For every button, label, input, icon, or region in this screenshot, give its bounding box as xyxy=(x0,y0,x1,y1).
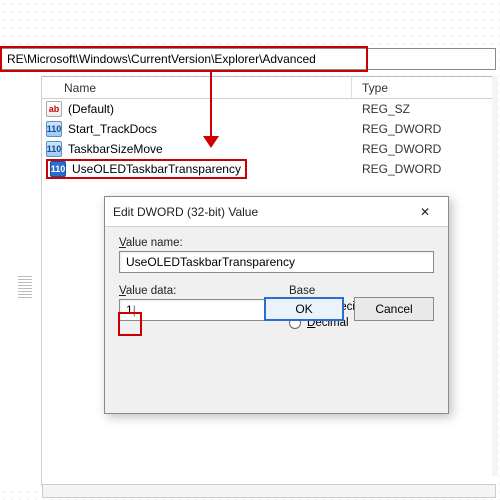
table-row[interactable]: ab (Default) REG_SZ xyxy=(42,99,496,119)
column-headers[interactable]: Name Type xyxy=(42,77,496,99)
close-button[interactable]: ✕ xyxy=(410,202,440,222)
column-type[interactable]: Type xyxy=(352,77,496,98)
table-row[interactable]: 110 Start_TrackDocs REG_DWORD xyxy=(42,119,496,139)
ok-button[interactable]: OK xyxy=(264,297,344,321)
annotation-arrow-head xyxy=(203,136,219,148)
vertical-scrollbar[interactable] xyxy=(492,76,498,476)
value-name: (Default) xyxy=(68,102,114,116)
annotation-value-highlight xyxy=(118,312,142,336)
value-name-label: Value name: xyxy=(119,237,434,249)
dialog-titlebar[interactable]: Edit DWORD (32-bit) Value ✕ xyxy=(105,197,448,227)
close-icon: ✕ xyxy=(420,205,430,219)
value-data-label: Value data: xyxy=(119,285,269,297)
horizontal-scrollbar[interactable] xyxy=(42,484,496,498)
column-name[interactable]: Name xyxy=(42,77,352,98)
address-bar[interactable]: RE\Microsoft\Windows\CurrentVersion\Expl… xyxy=(0,48,496,70)
splitter-handle[interactable] xyxy=(18,276,32,298)
address-text: RE\Microsoft\Windows\CurrentVersion\Expl… xyxy=(7,52,316,66)
base-label: Base xyxy=(289,285,434,297)
value-name-field[interactable]: UseOLEDTaskbarTransparency xyxy=(119,251,434,273)
value-type: REG_DWORD xyxy=(352,142,496,156)
tree-gutter xyxy=(0,76,42,486)
value-name: Start_TrackDocs xyxy=(68,122,157,136)
cancel-button[interactable]: Cancel xyxy=(354,297,434,321)
annotation-row-highlight: 110 UseOLEDTaskbarTransparency xyxy=(46,159,247,179)
dialog-title: Edit DWORD (32-bit) Value xyxy=(113,205,258,219)
dword-value-icon: 110 xyxy=(50,161,66,177)
string-value-icon: ab xyxy=(46,101,62,117)
value-type: REG_DWORD xyxy=(352,162,496,176)
table-row-selected[interactable]: 110 UseOLEDTaskbarTransparency REG_DWORD xyxy=(42,159,496,179)
value-type: REG_DWORD xyxy=(352,122,496,136)
edit-dword-dialog: Edit DWORD (32-bit) Value ✕ Value name: … xyxy=(104,196,449,414)
value-name: UseOLEDTaskbarTransparency xyxy=(72,162,241,176)
table-row[interactable]: 110 TaskbarSizeMove REG_DWORD xyxy=(42,139,496,159)
annotation-arrow xyxy=(210,72,212,138)
value-name: TaskbarSizeMove xyxy=(68,142,163,156)
dword-value-icon: 110 xyxy=(46,121,62,137)
dword-value-icon: 110 xyxy=(46,141,62,157)
value-type: REG_SZ xyxy=(352,102,496,116)
